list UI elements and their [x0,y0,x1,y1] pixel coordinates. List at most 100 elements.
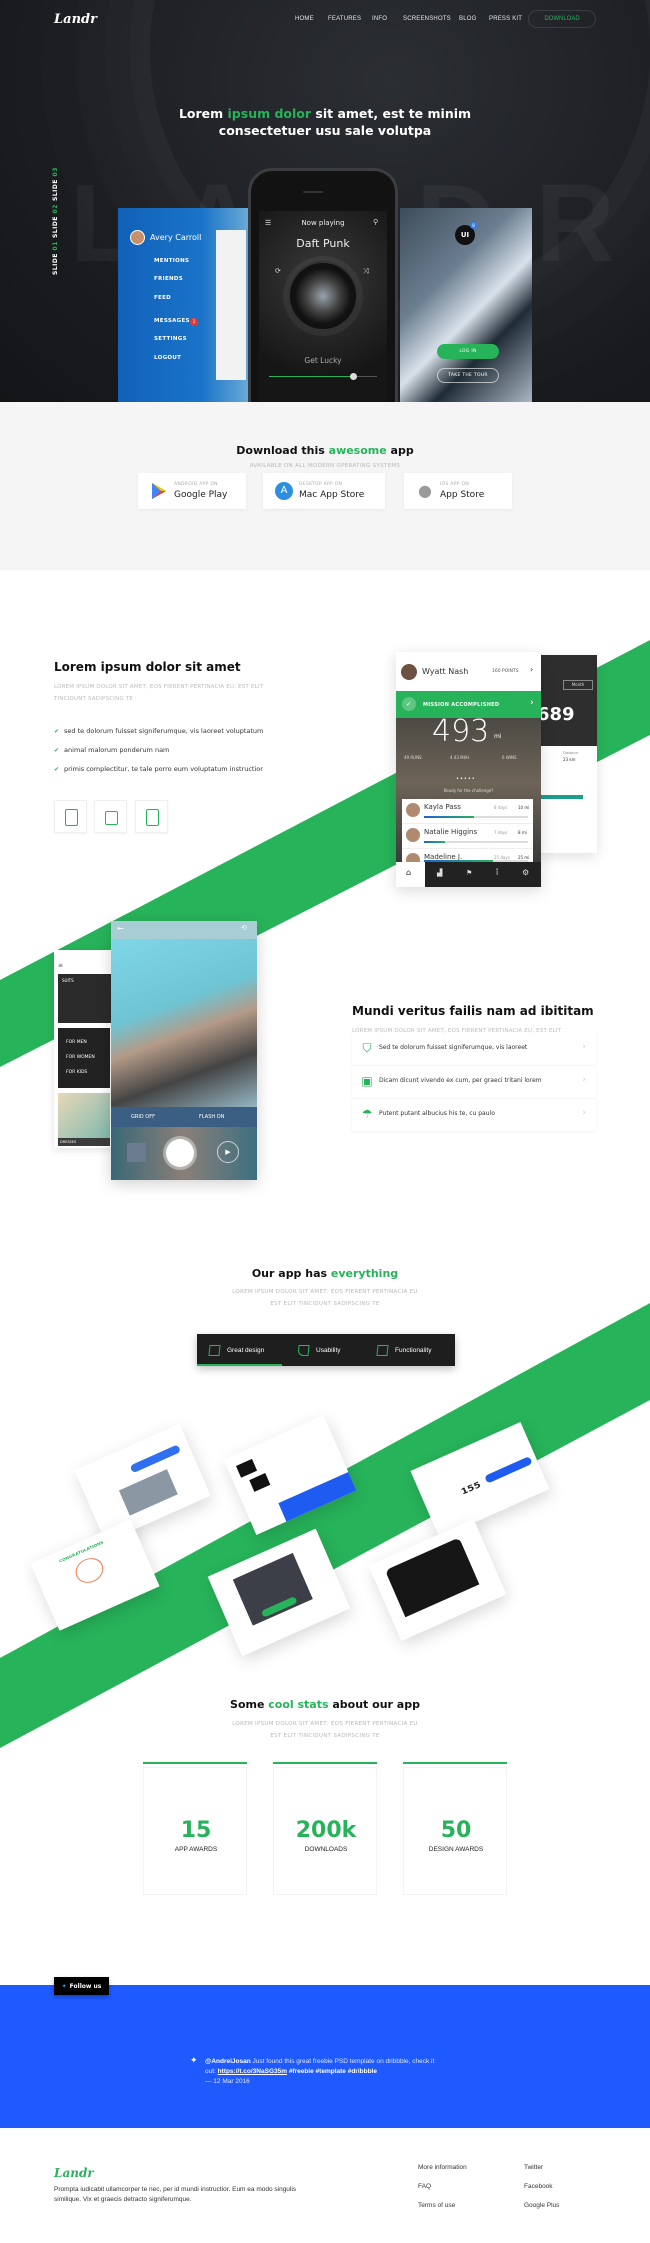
watch-device-button[interactable] [94,800,127,833]
twitter-icon: ✦ [190,2056,198,2066]
slide-label: SLIDE [52,250,59,275]
nav-press-kit[interactable]: PRESS KIT [489,16,522,22]
settings-icon: ⚙ [522,868,530,877]
tweet-link[interactable]: https://t.co/3NaSG35m [218,2068,287,2075]
avatar [130,230,145,245]
stat-card: 50 DESIGN AWARDS [403,1762,507,1895]
friend-miles: 8 mi [518,830,527,835]
store-small-label: DESKTOP APP ON [299,482,343,487]
stats-title: Some cool stats about our app [0,1698,650,1711]
avatar [401,664,417,680]
functionality-icon [376,1344,389,1356]
everything-title: Our app has everything [0,1267,650,1280]
footer-link-facebook[interactable]: Facebook [524,2183,553,2190]
follow-label: Follow us [69,1982,102,1990]
twitter-bird-icon: ✦ [61,1982,67,1990]
feature1-title: Lorem ipsum dolor sit amet [54,660,241,674]
progress-fill [269,376,354,377]
shop-app-mockup: ≡ SUITS FOR MEN FOR WOMEN FOR KIDS DRESS… [54,950,114,1148]
carousel-dots: ••••• [456,776,476,782]
month-tab: Month [563,680,593,690]
check-item: sed te dolorum fuisset signiferumque, vi… [54,727,263,735]
google-play-icon [152,483,166,499]
friend-progress-fill [424,841,445,843]
slide-01-link[interactable]: SLIDE 01 [52,241,59,275]
fitness-tab-bar: ⌂ ▟ ⚑ ǐ ⚙ [396,862,541,887]
switch-camera-icon: ⟲ [241,924,247,932]
challenge-text: Ready for the challenge? [443,788,494,793]
checkout-button [484,1456,533,1484]
camera-app-mockup: ← ⟲ GRID OFF FLASH ON ▶ [111,921,257,1180]
chevron-right-icon: › [582,1075,586,1085]
usability-icon [297,1344,310,1356]
chevron-right-icon: › [530,665,534,674]
back-card-bar [535,795,583,799]
nav-features[interactable]: FEATURES [328,16,361,22]
nav-blog[interactable]: BLOG [459,16,476,22]
hero-title: Lorem ipsum dolor sit amet, est te minim… [0,105,650,139]
tab-great-design[interactable]: Great design [208,1334,264,1366]
footer-link-twitter[interactable]: Twitter [524,2164,543,2171]
friend-miles: 10 mi [518,805,530,810]
footer-link-more-information[interactable]: More information [418,2164,467,2171]
friend-days: 7 days [494,830,508,835]
achievement-badge [71,1553,108,1588]
phone-device-button[interactable] [54,800,87,833]
tab-functionality[interactable]: Functionality [376,1334,432,1366]
store-name: Mac App Store [299,490,365,500]
avatar [406,803,420,817]
artist-name: Daft Punk [296,237,350,250]
nav-screenshots[interactable]: SCREENSHOTS [403,16,451,22]
friend-progress [424,816,528,818]
nav-home[interactable]: HOME [295,16,314,22]
menu-item-messages: MESSAGES [154,318,190,324]
progress-knob [350,373,358,380]
hero-title-part: Lorem [178,106,228,121]
album-art [288,261,358,331]
feature-list-item[interactable]: ▣ Dicam dicunt vivendo ex cum, per graec… [352,1066,596,1098]
footer-logo[interactable]: Landr [54,2166,94,2180]
slide-02-link[interactable]: SLIDE 02 [52,204,59,238]
menu-item-feed: FEED [154,295,172,301]
twitter-section: ✦ @AndreiJosan Just found this great fre… [0,1985,650,2128]
ipod-device-button[interactable] [135,800,168,833]
footer-link-terms[interactable]: Terms of use [418,2202,455,2209]
feature-list-item[interactable]: ⛉ Sed te dolorum fuisset signiferumque, … [352,1033,596,1065]
app-store-button[interactable]: ● IOS APP ON App Store [404,473,512,509]
flag-icon: ⚑ [466,869,473,877]
check-item: primis complectitur, te tale porro eum v… [54,765,263,773]
tweet-handle[interactable]: @AndreiJosan [205,2058,251,2065]
google-play-button[interactable]: ANDROID APP ON Google Play [138,473,246,509]
slide-03-link[interactable]: SLIDE 03 [52,167,59,201]
stat-value: 50 [440,1818,472,1843]
chat-image [118,1469,178,1516]
music-player-screen: ☰ Now playing ⚲ Daft Punk ⟳ ⤨ Get Lucky [259,211,387,402]
slide-number: 02 [52,204,59,214]
title-part: Our app has [251,1267,331,1280]
footer-link-faq[interactable]: FAQ [418,2183,431,2190]
category-for-kids: FOR KIDS [66,1070,88,1075]
selfie-photo [111,939,257,1107]
mac-app-store-button[interactable]: A DESKTOP APP ON Mac App Store [263,473,385,509]
follow-us-button[interactable]: ✦ Follow us [54,1977,109,1995]
download-button[interactable]: DOWNLOAD [528,10,596,28]
stat-value: 200k [295,1818,357,1843]
check-item: animal malorum ponderum nam [54,746,169,754]
slide-label: SLIDE [52,176,59,201]
runs-stat: 49 RUNS [404,755,422,760]
stat-card: 200k DOWNLOADS [273,1762,377,1895]
distance-label: Distance [563,751,579,755]
nav-info[interactable]: INFO [372,16,387,22]
distance-unit: mi [494,733,502,740]
person-icon: ǐ [496,868,499,877]
footer-link-google-plus[interactable]: Google Plus [524,2202,559,2209]
mission-text: MISSION ACCOMPLISHED [423,702,500,708]
logo[interactable]: Landr [54,12,97,27]
tab-usability[interactable]: Usability [297,1334,341,1366]
slide-number: 03 [52,167,59,177]
speed-stat: 4.43 MI/H [450,755,470,760]
feature-list-item[interactable]: ☂ Putent putant albucius his te, cu paul… [352,1099,596,1131]
title-accent: everything [330,1267,399,1280]
chevron-right-icon: › [530,698,535,708]
stat-accent-line [273,1762,377,1764]
